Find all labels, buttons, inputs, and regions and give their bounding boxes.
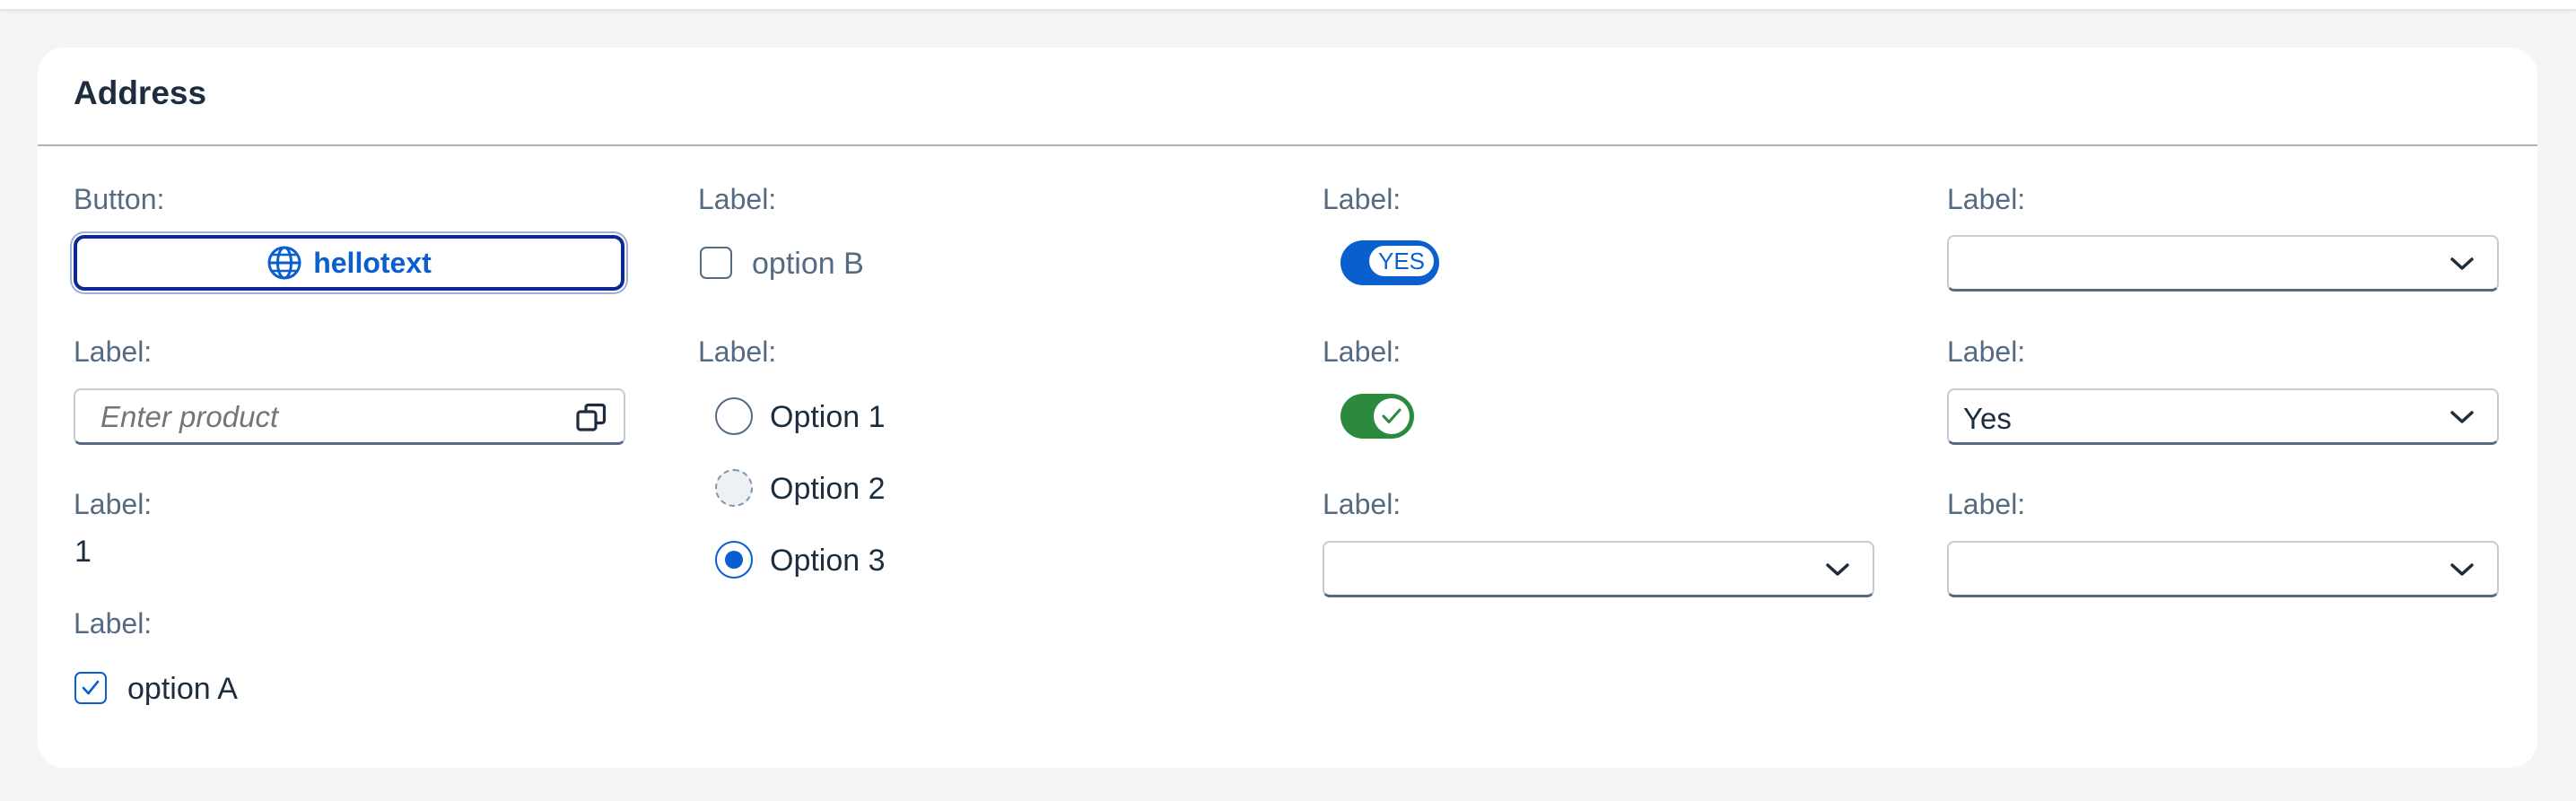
radio-option-2-text[interactable]: Option 2 xyxy=(770,472,886,507)
accept-switch[interactable] xyxy=(1340,394,1414,439)
value-help-icon[interactable] xyxy=(575,402,607,439)
card-header: Address xyxy=(38,48,2537,146)
globe-icon xyxy=(266,245,302,281)
select-2-label: Label: xyxy=(1947,335,2026,368)
select-4-label: Label: xyxy=(1947,488,2026,520)
yes-switch[interactable]: YES xyxy=(1340,240,1439,285)
chevron-down-icon xyxy=(2449,407,2476,431)
radio-option-2[interactable] xyxy=(715,469,753,507)
top-toolbar-strip xyxy=(0,0,2576,11)
chevron-down-icon xyxy=(1824,560,1851,584)
option-a-field-label: Label: xyxy=(74,607,153,640)
product-input-label: Label: xyxy=(74,335,153,368)
col4-select-1[interactable] xyxy=(1947,235,2499,292)
value-label: Label: xyxy=(74,488,153,520)
option-a-text[interactable]: option A xyxy=(127,672,238,707)
select-3-label: Label: xyxy=(1323,488,1402,520)
hellotext-button[interactable]: hellotext xyxy=(74,235,624,291)
radio-option-1-text[interactable]: Option 1 xyxy=(770,400,886,435)
option-b-field-label: Label: xyxy=(698,183,777,215)
col4-select-2-value: Yes xyxy=(1963,402,2012,435)
radio-group-label: Label: xyxy=(698,335,777,368)
checkmark-icon xyxy=(1380,405,1403,432)
col4-select-3[interactable] xyxy=(1947,541,2499,597)
radio-option-3-text[interactable]: Option 3 xyxy=(770,544,886,579)
option-b-checkbox[interactable] xyxy=(700,247,732,279)
radio-option-1[interactable] xyxy=(715,397,753,435)
switch-2-label: Label: xyxy=(1323,335,1402,368)
value-text: 1 xyxy=(74,535,92,569)
chevron-down-icon xyxy=(2449,560,2476,584)
col4-select-2[interactable]: Yes xyxy=(1947,388,2499,445)
col3-select[interactable] xyxy=(1323,541,1874,597)
radio-option-3[interactable] xyxy=(715,541,753,579)
option-b-text[interactable]: option B xyxy=(752,247,864,282)
section-title: Address xyxy=(74,74,207,111)
accept-switch-knob xyxy=(1374,398,1410,434)
product-input-field[interactable] xyxy=(99,399,551,435)
product-input[interactable] xyxy=(74,388,625,445)
button-text: hellotext xyxy=(313,246,432,279)
radio-selected-dot xyxy=(725,551,743,569)
switch-1-label: Label: xyxy=(1323,183,1402,215)
chevron-down-icon xyxy=(2449,254,2476,278)
select-1-label: Label: xyxy=(1947,183,2026,215)
yes-switch-knob: YES xyxy=(1367,244,1436,278)
option-a-checkbox[interactable] xyxy=(74,672,107,704)
button-field-label: Button: xyxy=(74,183,165,215)
checkmark-icon xyxy=(79,676,102,704)
